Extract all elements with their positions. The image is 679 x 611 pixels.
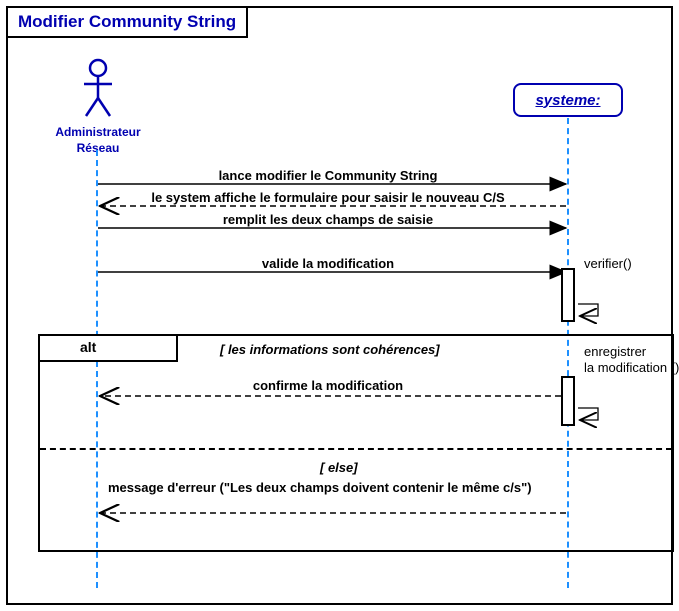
diagram-frame: Modifier Community String Administrateur… — [6, 6, 673, 605]
alt-guard-1: [ les informations sont cohérences] — [220, 342, 440, 357]
msg-valide: valide la modification — [228, 256, 428, 271]
alt-divider — [40, 448, 672, 450]
msg-affiche: le system affiche le formulaire pour sai… — [118, 190, 538, 205]
msg-lance: lance modifier le Community String — [178, 168, 478, 183]
msg-verifier: verifier() — [584, 256, 632, 271]
msg-remplit: remplit les deux champs de saisie — [178, 212, 478, 227]
exec-verifier — [561, 268, 575, 322]
alt-guard-2: [ else] — [320, 460, 358, 475]
alt-operator: alt — [38, 334, 178, 362]
alt-fragment: alt [ les informations sont cohérences] … — [38, 334, 674, 552]
alt-operator-text: alt — [80, 339, 96, 355]
